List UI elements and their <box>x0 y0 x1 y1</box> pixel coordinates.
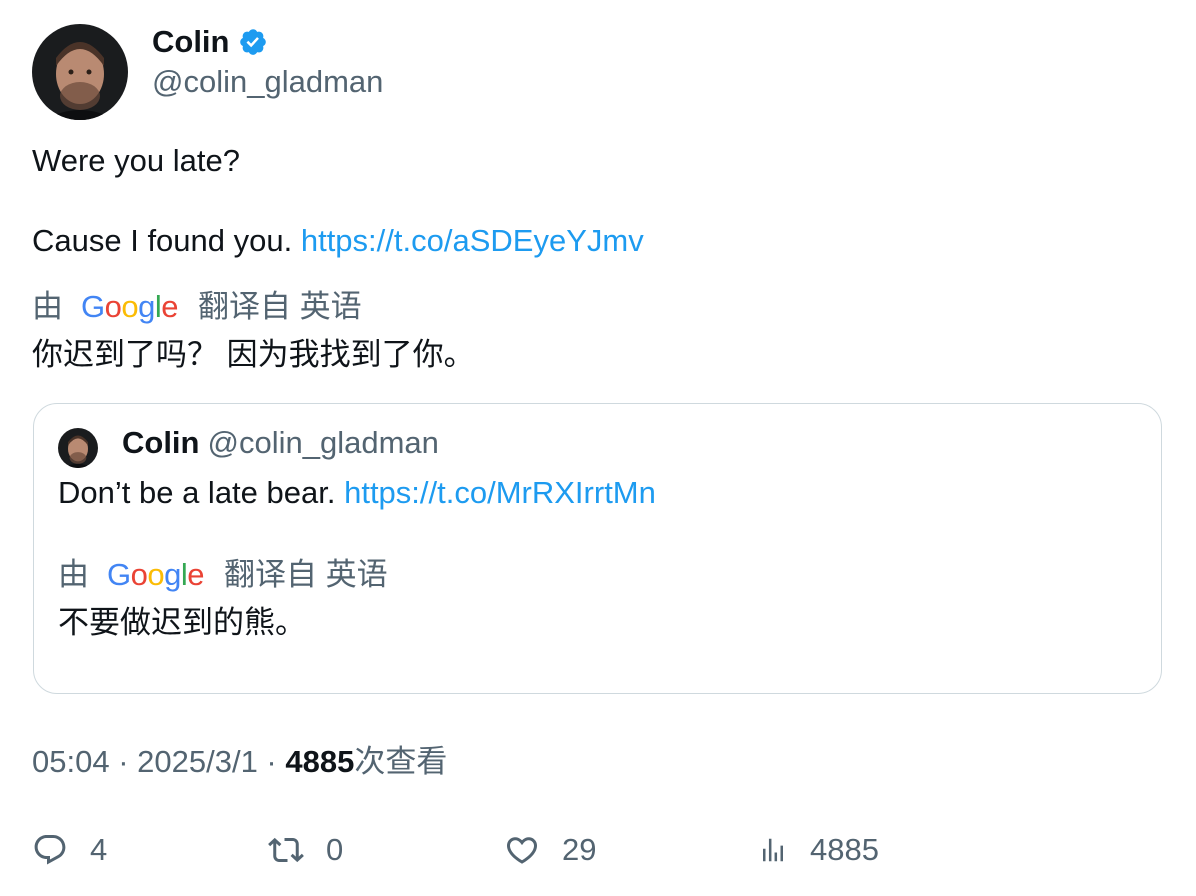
author-avatar[interactable] <box>32 24 128 120</box>
tweet-link[interactable]: https://t.co/aSDEyeYJmv <box>301 223 644 258</box>
retweet-count: 0 <box>326 832 344 867</box>
quoted-author-handle[interactable]: @colin_gladman <box>208 425 439 460</box>
avatar-photo-icon <box>58 428 98 468</box>
quoted-author-name[interactable]: Colin <box>122 425 200 460</box>
quoted-tweet-text: Don’t be a late bear. <box>58 475 345 510</box>
quoted-translated-text: 不要做迟到的熊。 <box>58 605 306 640</box>
view-label: 次查看 <box>354 744 448 779</box>
translation-prefix: 由 <box>58 557 89 592</box>
reply-button[interactable]: 4 <box>32 830 107 870</box>
heart-icon <box>506 837 538 864</box>
translation-attribution: 由 Google 翻译自 英语 <box>32 287 362 327</box>
google-logo: Google <box>107 557 205 592</box>
author-name-row[interactable]: Colin <box>152 22 268 62</box>
verified-badge-icon <box>239 29 266 55</box>
translated-text: 你迟到了吗？ 因为我找到了你。 <box>32 337 475 372</box>
quoted-tweet-text-line: Don’t be a late bear. https://t.co/MrRXI… <box>58 473 656 513</box>
translation-prefix: 由 <box>32 289 63 324</box>
like-count: 29 <box>562 832 597 867</box>
avatar-photo-icon <box>32 24 128 120</box>
views-button[interactable]: 4885 <box>758 830 879 870</box>
translation-source: 翻译自 英语 <box>198 289 362 324</box>
view-count: 4885 <box>285 744 355 779</box>
tweet-text: Cause I found you. <box>32 223 301 258</box>
author-name[interactable]: Colin <box>152 22 230 62</box>
tweet-text-line-1: Were you late? <box>32 143 240 178</box>
views-count: 4885 <box>810 832 879 867</box>
quoted-author-avatar[interactable] <box>58 428 98 468</box>
tweet-meta: 05:04 · 2025/3/1 · 4885次查看 <box>32 744 448 779</box>
bar-chart-icon <box>763 838 783 862</box>
tweet-date[interactable]: 2025/3/1 <box>137 744 258 779</box>
quoted-tweet-link[interactable]: https://t.co/MrRXIrrtMn <box>344 475 656 510</box>
translation-source: 翻译自 英语 <box>224 557 388 592</box>
retweet-button[interactable]: 0 <box>268 830 343 870</box>
like-button[interactable]: 29 <box>504 830 596 870</box>
author-handle[interactable]: @colin_gladman <box>152 62 383 102</box>
reply-count: 4 <box>90 832 108 867</box>
tweet-time[interactable]: 05:04 <box>32 744 110 779</box>
reply-icon <box>34 835 66 865</box>
google-logo: Google <box>81 289 179 324</box>
retweet-icon <box>268 837 304 863</box>
tweet-text-line-2: Cause I found you. https://t.co/aSDEyeYJ… <box>32 221 644 261</box>
quoted-translation-attribution: 由 Google 翻译自 英语 <box>58 555 388 595</box>
quoted-author-row: Colin @colin_gladman <box>122 423 439 463</box>
